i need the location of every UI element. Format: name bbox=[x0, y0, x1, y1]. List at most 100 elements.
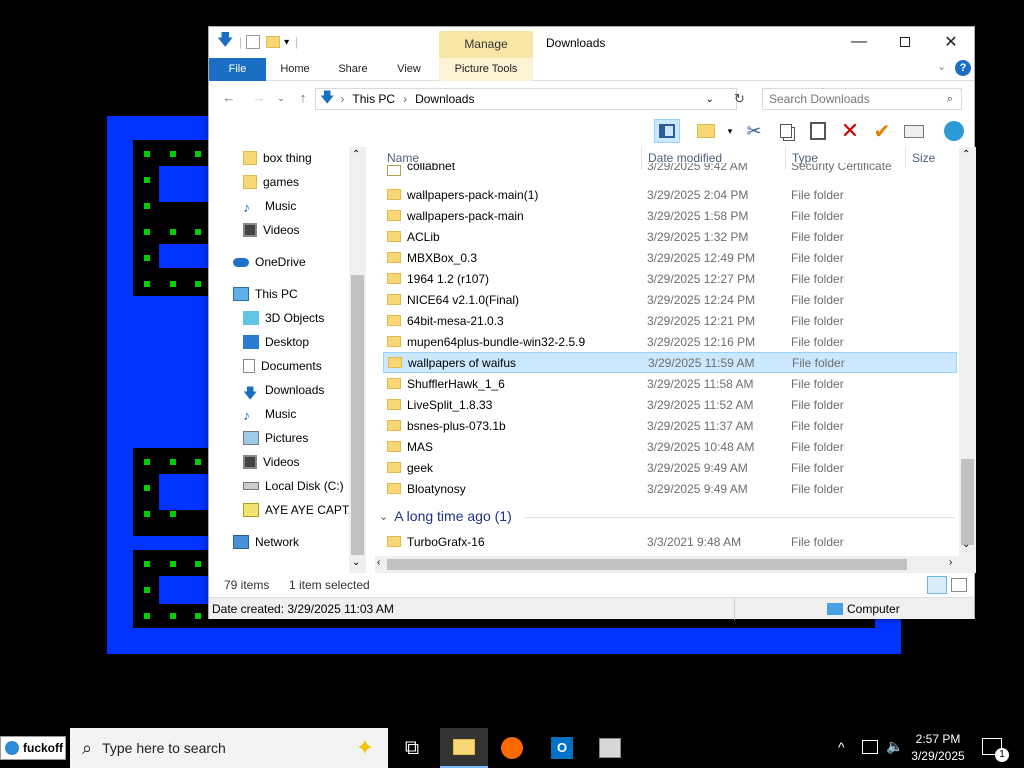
expand-ribbon-icon[interactable]: ⌄ bbox=[937, 60, 946, 73]
nav-item-music-pc[interactable]: ♪ Music bbox=[243, 403, 296, 425]
list-vertical-thumb[interactable] bbox=[961, 459, 974, 545]
breadcrumb-separator-icon[interactable]: › bbox=[340, 92, 344, 106]
outlook-icon[interactable]: O bbox=[538, 728, 586, 768]
folder-options-dropdown-icon[interactable]: ▾ bbox=[717, 119, 743, 143]
tab-home[interactable]: Home bbox=[272, 58, 318, 81]
search-input[interactable]: Search Downloads ⌕ bbox=[762, 88, 962, 110]
preview-pane-icon[interactable] bbox=[654, 119, 680, 143]
manage-contextual-tab[interactable]: Manage bbox=[439, 31, 533, 58]
nav-item-pictures[interactable]: Pictures bbox=[243, 427, 308, 449]
collapse-group-icon[interactable]: ⌄ bbox=[379, 510, 388, 523]
nav-item-games[interactable]: games bbox=[243, 171, 299, 193]
list-horizontal-scrollbar[interactable]: ‹ › bbox=[375, 556, 959, 573]
group-header[interactable]: ⌄ A long time ago (1) bbox=[375, 505, 512, 527]
recent-locations-icon[interactable]: ⌄ bbox=[271, 88, 291, 108]
list-item[interactable]: bsnes-plus-073.1b 3/29/2025 11:37 AM File … bbox=[383, 415, 957, 436]
search-icon[interactable]: ⌕ bbox=[947, 93, 953, 106]
file-explorer-icon[interactable] bbox=[440, 728, 488, 768]
nav-item-videos-pc[interactable]: Videos bbox=[243, 451, 299, 473]
nav-item-documents[interactable]: Documents bbox=[243, 355, 322, 377]
volume-muted-icon[interactable]: 🔈 bbox=[886, 738, 903, 755]
list-horizontal-thumb[interactable] bbox=[387, 559, 907, 570]
nav-item-usb-drive[interactable]: AYE AYE CAPTAI bbox=[243, 499, 360, 521]
tab-file[interactable]: File bbox=[209, 58, 266, 81]
list-item[interactable]: geek 3/29/2025 9:49 AM File folder bbox=[383, 457, 957, 478]
delete-icon[interactable]: ✕ bbox=[837, 118, 863, 143]
scroll-left-icon[interactable]: ‹ bbox=[377, 557, 380, 568]
paste-icon[interactable] bbox=[805, 119, 831, 143]
list-item[interactable]: MAS 3/29/2025 10:48 AM File folder bbox=[383, 436, 957, 457]
nav-item-downloads[interactable]: 🡇 Downloads bbox=[243, 379, 324, 401]
taskbar-search[interactable]: ⌕ Type here to search ✦ bbox=[70, 728, 388, 768]
nav-item-network[interactable]: Network bbox=[233, 531, 299, 553]
folder-options-icon[interactable] bbox=[693, 119, 719, 143]
network-status-icon[interactable] bbox=[862, 740, 878, 754]
new-folder-icon[interactable] bbox=[266, 36, 281, 48]
breadcrumb-separator-icon[interactable]: › bbox=[403, 92, 407, 106]
list-item[interactable]: MBXBox_0.3 3/29/2025 12:49 PM File folder bbox=[383, 247, 957, 268]
nav-item-music[interactable]: ♪ Music bbox=[243, 195, 296, 217]
action-center-icon[interactable]: 1 bbox=[982, 738, 1009, 762]
up-arrow-icon[interactable]: ↑ bbox=[293, 88, 313, 108]
control-panel-icon[interactable] bbox=[586, 728, 634, 768]
tab-picture-tools[interactable]: Picture Tools bbox=[439, 58, 533, 81]
scroll-down-icon[interactable]: ⌄ bbox=[352, 557, 360, 568]
nav-item-box-thing[interactable]: box thing bbox=[243, 147, 312, 169]
list-item[interactable]: wallpapers of waifus 3/29/2025 11:59 AM Fi… bbox=[383, 352, 957, 373]
list-item[interactable]: LiveSplit_1.8.33 3/29/2025 11:52 AM File f… bbox=[383, 394, 957, 415]
videos-icon bbox=[243, 223, 257, 237]
list-item[interactable]: NICE64 v2.1.0(Final) 3/29/2025 12:24 PM Fi… bbox=[383, 289, 957, 310]
scroll-up-icon[interactable]: ⌃ bbox=[352, 149, 360, 160]
show-hidden-icons-icon[interactable]: ^ bbox=[838, 739, 845, 755]
properties-icon[interactable] bbox=[246, 35, 261, 49]
list-item[interactable]: ACLib 3/29/2025 1:32 PM File folder bbox=[383, 226, 957, 247]
tab-view[interactable]: View bbox=[389, 58, 429, 81]
minimize-icon[interactable]: — bbox=[836, 27, 882, 57]
address-field[interactable]: 🡇 › This PC › Downloads ⌄ bbox=[315, 88, 737, 110]
cut-icon[interactable]: ✂ bbox=[741, 119, 767, 143]
back-arrow-icon[interactable]: ← bbox=[219, 88, 239, 108]
address-dropdown-icon[interactable]: ⌄ bbox=[706, 94, 714, 105]
properties-toolbar-icon[interactable] bbox=[901, 119, 927, 143]
firefox-icon[interactable] bbox=[488, 728, 536, 768]
list-item[interactable]: 64bit-mesa-21.0.3 3/29/2025 12:21 PM File … bbox=[383, 310, 957, 331]
list-item[interactable]: collabnet 3/29/2025 9:42 AM Security Cer… bbox=[383, 163, 957, 177]
refresh-icon[interactable]: ↻ bbox=[734, 91, 745, 107]
list-item[interactable]: wallpapers-pack-main(1) 3/29/2025 2:04 PM… bbox=[383, 184, 957, 205]
nav-item-local-disk[interactable]: Local Disk (C:) bbox=[243, 475, 344, 497]
customize-qat-icon[interactable]: ▾ bbox=[284, 37, 289, 48]
maximize-icon[interactable] bbox=[882, 27, 928, 57]
download-arrow-icon[interactable]: 🡇 bbox=[217, 29, 235, 56]
list-item[interactable]: Bloatynosy 3/29/2025 9:49 AM File folder bbox=[383, 478, 957, 499]
nav-item-this-pc[interactable]: This PC bbox=[233, 283, 298, 305]
breadcrumb-downloads[interactable]: Downloads bbox=[415, 92, 474, 106]
list-vertical-scrollbar[interactable]: ⌃ ⌄ bbox=[959, 147, 976, 573]
scroll-right-icon[interactable]: › bbox=[949, 557, 952, 568]
list-item[interactable]: TurboGrafx-16 3/3/2021 9:48 AM File folder bbox=[383, 531, 957, 552]
nav-scroll-thumb[interactable] bbox=[351, 275, 364, 555]
help-icon[interactable]: ? bbox=[955, 60, 971, 76]
large-icons-view-icon[interactable] bbox=[951, 578, 967, 592]
nav-item-onedrive[interactable]: OneDrive bbox=[233, 251, 306, 273]
forward-arrow-icon[interactable]: → bbox=[249, 88, 269, 108]
nav-scrollbar[interactable]: ⌃ ⌄ bbox=[349, 147, 366, 573]
list-item[interactable]: mupen64plus-bundle-win32-2.5.9 3/29/2025 … bbox=[383, 331, 957, 352]
nav-item-videos[interactable]: Videos bbox=[243, 219, 299, 241]
scroll-up-icon[interactable]: ⌃ bbox=[962, 149, 970, 160]
scroll-down-icon[interactable]: ⌄ bbox=[962, 539, 970, 550]
start-button[interactable]: fuckoff bbox=[0, 736, 66, 760]
task-view-icon[interactable]: ⧉ bbox=[388, 728, 436, 768]
list-item[interactable]: wallpapers-pack-main 3/29/2025 1:58 PM Fil… bbox=[383, 205, 957, 226]
list-item[interactable]: ShufflerHawk_1_6 3/29/2025 11:58 AM File f… bbox=[383, 373, 957, 394]
close-icon[interactable]: ✕ bbox=[928, 27, 974, 57]
nav-item-desktop[interactable]: Desktop bbox=[243, 331, 309, 353]
copy-icon[interactable] bbox=[773, 119, 799, 143]
breadcrumb-this-pc[interactable]: This PC bbox=[352, 92, 395, 106]
list-item[interactable]: 1964 1.2 (r107) 3/29/2025 12:27 PM File fo… bbox=[383, 268, 957, 289]
clock[interactable]: 2:57 PM 3/29/2025 bbox=[906, 731, 970, 765]
tab-share[interactable]: Share bbox=[331, 58, 375, 81]
nav-item-3d-objects[interactable]: 3D Objects bbox=[243, 307, 324, 329]
details-view-icon[interactable] bbox=[927, 576, 947, 594]
globe-icon[interactable] bbox=[941, 119, 967, 143]
rename-check-icon[interactable]: ✔ bbox=[869, 119, 895, 143]
